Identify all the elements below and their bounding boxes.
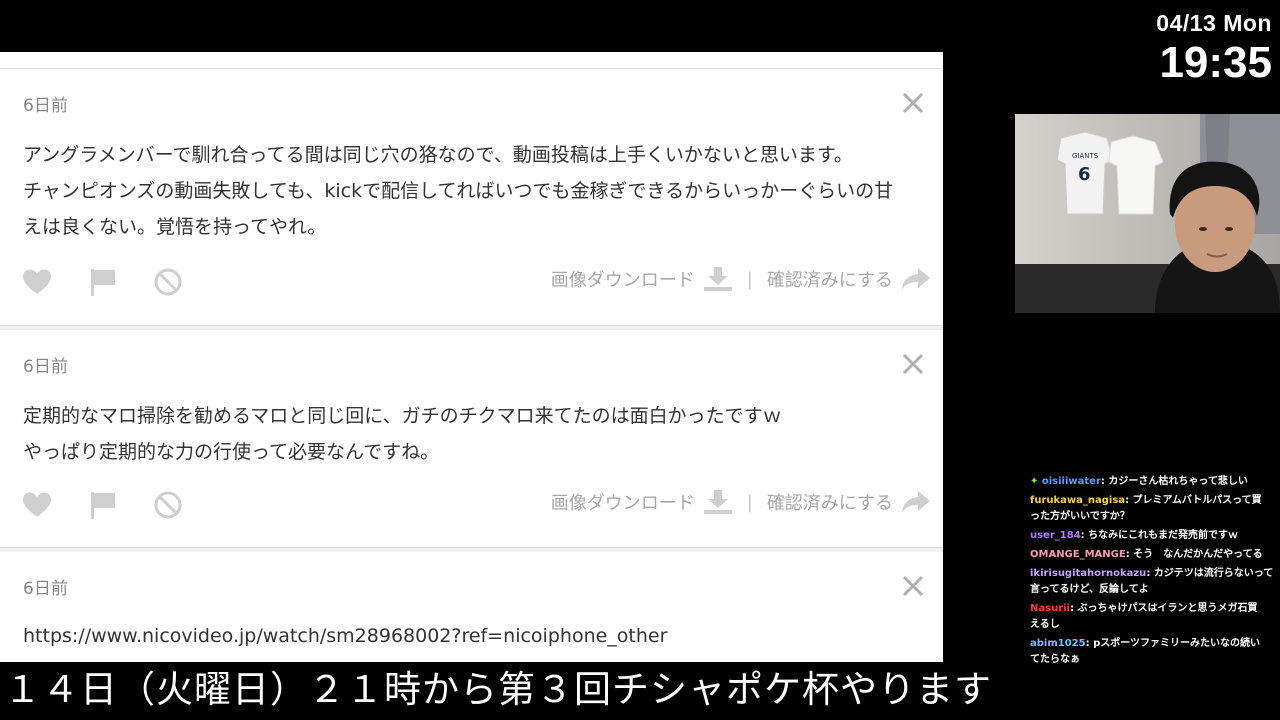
chat-text: : カジーさん枯れちゃって悲しい bbox=[1100, 476, 1248, 487]
heart-icon[interactable] bbox=[22, 491, 52, 519]
message-card: 6日前 定期的なマロ掃除を勧めるマロと同じ回に、ガチのチクマロ来てたのは面白かっ… bbox=[0, 326, 943, 548]
message-card: 6日前 アングラメンバーで馴れ合ってる間は同じ穴の狢なので、動画投稿は上手くいか… bbox=[0, 69, 943, 326]
chat-username: ikirisugitahornokazu bbox=[1030, 568, 1147, 579]
chat-message: user_184: ちなみにこれもまだ発売前ですｗ bbox=[1018, 527, 1278, 546]
chat-text-cont: った方がいいですか？ bbox=[1030, 511, 1130, 522]
announcement-banner: １４日（火曜日）２１時から第３回チシャポケ杯やります bbox=[0, 662, 1010, 720]
clock-time: 19:35 bbox=[1159, 38, 1272, 87]
clock-date: 04/13 Mon bbox=[1156, 10, 1272, 36]
message-line: アングラメンバーで馴れ合ってる間は同じ穴の狢なので、動画投稿は上手くいかないと思… bbox=[23, 144, 853, 166]
flag-icon[interactable] bbox=[88, 268, 118, 296]
chat-text: : pスポーツファミリーみたいなの続い bbox=[1085, 638, 1261, 649]
block-icon[interactable] bbox=[153, 491, 183, 519]
chat-message: ikirisugitahornokazu: カジテツは流行らないって 言ってるけ… bbox=[1018, 565, 1278, 600]
webcam-feed: GIANTS 6 bbox=[1015, 114, 1280, 313]
chat-username: furukawa_nagisa bbox=[1030, 495, 1126, 506]
chat-text: : ぶっちゃけパスはイランと思うメガ石買 bbox=[1069, 603, 1258, 614]
download-icon[interactable] bbox=[703, 489, 733, 515]
chat-text-cont: てたらなぁ bbox=[1030, 654, 1080, 665]
chat-username: abim1025 bbox=[1030, 638, 1086, 649]
chat-text: : カジテツは流行らないって bbox=[1146, 568, 1274, 579]
message-line: えは良くない。覚悟を持ってやれ。 bbox=[23, 216, 327, 238]
chat-text: : プレミアムバトルパスって買 bbox=[1125, 495, 1262, 506]
flag-icon[interactable] bbox=[88, 491, 118, 519]
heart-icon[interactable] bbox=[22, 268, 52, 296]
message-age: 6日前 bbox=[23, 96, 68, 116]
message-text: アングラメンバーで馴れ合ってる間は同じ穴の狢なので、動画投稿は上手くいかないと思… bbox=[23, 137, 893, 245]
mark-confirmed-link[interactable]: 確認済みにする bbox=[767, 489, 893, 515]
mark-confirmed-link[interactable]: 確認済みにする bbox=[767, 266, 893, 292]
message-line: やっぱり定期的な力の行使って必要なんですね。 bbox=[23, 441, 440, 463]
message-actions: 画像ダウンロード | 確認済みにする bbox=[0, 264, 943, 300]
chat-message: OMANGE_MANGE: そう なんだかんだやってる bbox=[1018, 546, 1278, 565]
message-line: 定期的なマロ掃除を勧めるマロと同じ回に、ガチのチクマロ来てたのは面白かったですｗ bbox=[23, 405, 782, 427]
share-arrow-icon[interactable] bbox=[901, 489, 931, 515]
image-download-link[interactable]: 画像ダウンロード bbox=[551, 489, 695, 515]
chat-message: abim1025: pスポーツファミリーみたいなの続い てたらなぁ bbox=[1018, 635, 1278, 670]
chat-text: : ちなみにこれもまだ発売前ですｗ bbox=[1080, 530, 1238, 541]
panel-top-divider bbox=[0, 52, 943, 69]
share-arrow-icon[interactable] bbox=[901, 266, 931, 292]
message-list-panel: 6日前 アングラメンバーで馴れ合ってる間は同じ穴の狢なので、動画投稿は上手くいか… bbox=[0, 52, 943, 662]
webcam-image: GIANTS 6 bbox=[1015, 114, 1280, 313]
chat-message: furukawa_nagisa: プレミアムバトルパスって買 った方がいいですか… bbox=[1018, 492, 1278, 527]
block-icon[interactable] bbox=[153, 268, 183, 296]
chat-overlay: ✦ oisiiiwater: カジーさん枯れちゃって悲しい furukawa_n… bbox=[1018, 473, 1278, 670]
message-action-links: 画像ダウンロード | 確認済みにする bbox=[551, 266, 931, 292]
message-age: 6日前 bbox=[23, 357, 68, 377]
chat-text: : そう なんだかんだやってる bbox=[1125, 549, 1263, 560]
message-card: 6日前 https://www.nicovideo.jp/watch/sm289… bbox=[0, 548, 943, 662]
message-actions: 画像ダウンロード | 確認済みにする bbox=[0, 487, 943, 523]
chat-username: user_184 bbox=[1030, 530, 1081, 541]
close-icon[interactable] bbox=[901, 574, 925, 598]
chat-username: Nasurii bbox=[1030, 603, 1070, 614]
image-download-link[interactable]: 画像ダウンロード bbox=[551, 266, 695, 292]
chat-username: oisiiiwater bbox=[1041, 476, 1101, 487]
chat-text-cont: 言ってるけど、反論してよ bbox=[1030, 584, 1149, 595]
message-link[interactable]: https://www.nicovideo.jp/watch/sm2896800… bbox=[23, 618, 667, 654]
message-line: チャンピオンズの動画失敗しても、kickで配信してればいつでも金稼ぎできるからい… bbox=[23, 180, 894, 202]
svg-text:6: 6 bbox=[1078, 164, 1091, 185]
message-age: 6日前 bbox=[23, 579, 68, 599]
close-icon[interactable] bbox=[901, 91, 925, 115]
close-icon[interactable] bbox=[901, 352, 925, 376]
action-separator: | bbox=[746, 268, 753, 290]
message-text: 定期的なマロ掃除を勧めるマロと同じ回に、ガチのチクマロ来てたのは面白かったですｗ… bbox=[23, 398, 782, 470]
clock: 04/13 Mon 19:35 bbox=[1122, 10, 1272, 87]
message-action-links: 画像ダウンロード | 確認済みにする bbox=[551, 489, 931, 515]
svg-text:GIANTS: GIANTS bbox=[1072, 152, 1099, 160]
chat-message: ✦ oisiiiwater: カジーさん枯れちゃって悲しい bbox=[1018, 473, 1278, 492]
message-text: https://www.nicovideo.jp/watch/sm2896800… bbox=[23, 618, 667, 654]
chat-username: OMANGE_MANGE bbox=[1030, 549, 1126, 560]
sparkle-badge-icon: ✦ bbox=[1030, 476, 1039, 487]
action-separator: | bbox=[746, 491, 753, 513]
chat-text-cont: えるし bbox=[1030, 619, 1060, 630]
chat-message: Nasurii: ぶっちゃけパスはイランと思うメガ石買 えるし bbox=[1018, 600, 1278, 635]
download-icon[interactable] bbox=[703, 266, 733, 292]
